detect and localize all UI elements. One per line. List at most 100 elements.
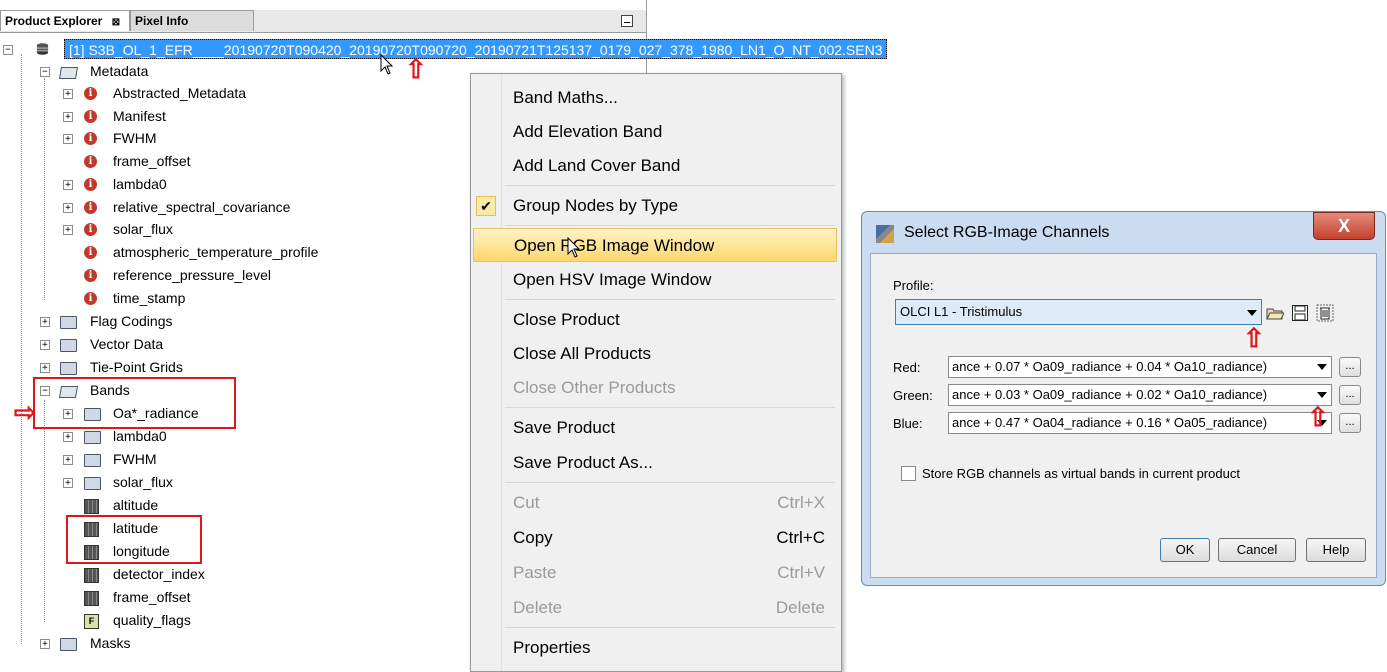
- ok-button[interactable]: OK: [1160, 538, 1210, 562]
- tree-label: detector_index: [113, 566, 205, 582]
- menu-item-label: Close Other Products: [513, 378, 676, 397]
- save-icon[interactable]: [1291, 304, 1309, 322]
- collapse-icon[interactable]: −: [40, 67, 50, 77]
- menu-item-shortcut: Ctrl+C: [776, 528, 825, 547]
- tree-label: atmospheric_temperature_profile: [113, 244, 319, 260]
- menu-item-shortcut: Ctrl+X: [777, 493, 825, 512]
- expand-icon[interactable]: +: [63, 89, 73, 99]
- menu-item-label: Open RGB Image Window: [514, 236, 715, 255]
- expand-icon[interactable]: +: [63, 478, 73, 488]
- tree-label: altitude: [113, 497, 159, 513]
- menu-item-close-other-products: Close Other Products: [471, 371, 839, 405]
- expand-icon[interactable]: +: [63, 225, 73, 235]
- menu-separator: [505, 185, 835, 186]
- menu-separator: [505, 299, 835, 300]
- tab-pixel-info[interactable]: Pixel Info: [130, 10, 254, 31]
- menu-item-open-hsv-image-window[interactable]: Open HSV Image Window: [471, 263, 839, 297]
- menu-item-paste: Paste Ctrl+V: [471, 556, 839, 590]
- edit-blue-expression-button[interactable]: ...: [1339, 413, 1361, 433]
- tree-line: [21, 54, 22, 644]
- folder-icon: [60, 316, 77, 329]
- tree-label: solar_flux: [113, 221, 173, 237]
- band-icon: [84, 568, 99, 583]
- expand-icon[interactable]: +: [40, 639, 50, 649]
- menu-item-label: Open HSV Image Window: [513, 270, 712, 289]
- expand-icon[interactable]: +: [63, 203, 73, 213]
- blue-expression-select[interactable]: ance + 0.47 * Oa04_radiance + 0.16 * Oa0…: [948, 412, 1332, 434]
- expand-icon[interactable]: +: [63, 180, 73, 190]
- tree-label: Masks: [90, 635, 131, 651]
- tree-label: quality_flags: [113, 612, 191, 628]
- close-button[interactable]: X: [1313, 212, 1375, 240]
- expand-icon[interactable]: +: [40, 363, 50, 373]
- chevron-down-icon: [1317, 392, 1327, 398]
- tree-line: [44, 78, 45, 300]
- menu-item-properties[interactable]: Properties: [471, 631, 839, 665]
- menu-item-close-product[interactable]: Close Product: [471, 303, 839, 337]
- tree-label: relative_spectral_covariance: [113, 199, 291, 215]
- database-icon: [36, 43, 49, 55]
- app-icon: [876, 225, 894, 243]
- menu-item-label: Paste: [513, 563, 557, 582]
- mouse-cursor-icon: [567, 237, 581, 258]
- menu-item-open-rgb-image-window[interactable]: Open RGB Image Window: [473, 228, 837, 262]
- rgb-channels-dialog: Select RGB-Image Channels X Profile: OLC…: [861, 211, 1386, 586]
- store-virtual-bands-checkbox[interactable]: [901, 466, 916, 481]
- menu-separator: [505, 225, 835, 226]
- menu-item-add-land-cover-band[interactable]: Add Land Cover Band: [471, 149, 839, 183]
- help-button[interactable]: Help: [1306, 538, 1366, 562]
- green-expression-select[interactable]: ance + 0.03 * Oa09_radiance + 0.02 * Oa1…: [948, 384, 1332, 406]
- tree-label: Metadata: [90, 63, 149, 79]
- red-expression-select[interactable]: ance + 0.07 * Oa09_radiance + 0.04 * Oa1…: [948, 356, 1332, 378]
- menu-item-group-nodes-by-type[interactable]: ✔ Group Nodes by Type: [471, 189, 839, 223]
- product-name[interactable]: [1] S3B_OL_1_EFR____20190720T090420_2019…: [64, 39, 888, 59]
- chevron-down-icon: [1317, 364, 1327, 370]
- expand-icon[interactable]: +: [40, 317, 50, 327]
- menu-item-label: Add Elevation Band: [513, 122, 663, 141]
- blue-expression: ance + 0.47 * Oa04_radiance + 0.16 * Oa0…: [952, 415, 1268, 430]
- info-icon: i: [84, 155, 97, 168]
- profile-label: Profile:: [893, 278, 934, 293]
- expand-icon[interactable]: +: [63, 134, 73, 144]
- open-folder-icon[interactable]: [1266, 304, 1284, 322]
- menu-item-copy[interactable]: Copy Ctrl+C: [471, 521, 839, 555]
- right-arrow-icon: ⇨: [14, 397, 36, 427]
- menu-item-shortcut: Ctrl+V: [777, 563, 825, 582]
- folder-icon: [60, 362, 77, 375]
- tree-label: Tie-Point Grids: [90, 359, 183, 375]
- profile-value: OLCI L1 - Tristimulus: [900, 304, 1023, 319]
- menu-separator: [505, 482, 835, 483]
- menu-item-cut: Cut Ctrl+X: [471, 486, 839, 520]
- expand-icon[interactable]: +: [63, 432, 73, 442]
- tree-label: frame_offset: [113, 153, 191, 169]
- menu-item-shortcut: Delete: [775, 598, 825, 617]
- profile-select[interactable]: OLCI L1 - Tristimulus: [895, 299, 1262, 325]
- green-expression: ance + 0.03 * Oa09_radiance + 0.02 * Oa1…: [952, 387, 1268, 402]
- expand-icon[interactable]: +: [63, 455, 73, 465]
- folder-open-icon: [58, 67, 79, 79]
- minimize-icon[interactable]: [621, 15, 633, 27]
- menu-item-label: Delete: [513, 598, 563, 617]
- expand-icon[interactable]: +: [40, 340, 50, 350]
- edit-green-expression-button[interactable]: ...: [1339, 385, 1361, 405]
- delete-icon[interactable]: [1316, 304, 1334, 322]
- tab-product-explorer[interactable]: Product Explorer ⊠: [0, 10, 130, 31]
- menu-item-label: Save Product As...: [513, 453, 653, 472]
- menu-item-delete: Delete Delete: [471, 591, 839, 625]
- expand-icon[interactable]: +: [63, 112, 73, 122]
- menu-item-label: Close Product: [513, 310, 620, 329]
- tab-close-icon[interactable]: ⊠: [112, 17, 120, 28]
- up-arrow-icon: ⇧: [1243, 323, 1265, 353]
- cancel-button[interactable]: Cancel: [1218, 538, 1296, 562]
- menu-item-close-all-products[interactable]: Close All Products: [471, 337, 839, 371]
- tree-label: FWHM: [113, 451, 157, 467]
- menu-item-save-product[interactable]: Save Product: [471, 411, 839, 445]
- collapse-icon[interactable]: −: [3, 45, 13, 55]
- menu-item-band-maths[interactable]: Band Maths...: [471, 81, 839, 115]
- tree-label: Vector Data: [90, 336, 164, 352]
- edit-red-expression-button[interactable]: ...: [1339, 357, 1361, 377]
- info-icon: i: [84, 87, 97, 100]
- menu-item-add-elevation-band[interactable]: Add Elevation Band: [471, 115, 839, 149]
- menu-item-save-product-as[interactable]: Save Product As...: [471, 446, 839, 480]
- tree-label: Flag Codings: [90, 313, 173, 329]
